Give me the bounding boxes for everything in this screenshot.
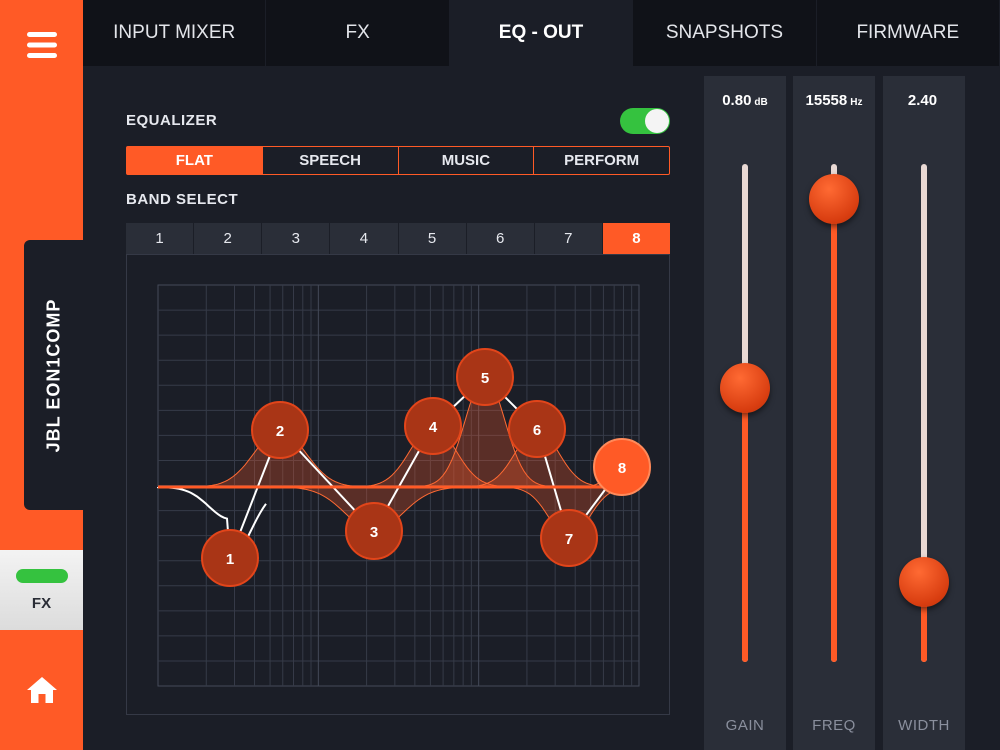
tab-snapshots[interactable]: SNAPSHOTS — [633, 0, 817, 66]
top-tab-bar: INPUT MIXER FX EQ - OUT SNAPSHOTS FIRMWA… — [83, 0, 1000, 66]
sidebar: JBL EON1COMP FX — [0, 0, 83, 750]
fx-status-indicator — [15, 568, 68, 583]
gain-label: GAIN — [725, 717, 765, 734]
freq-slider: 15558 Hz FREQ — [793, 76, 875, 750]
band-5-button[interactable]: 5 — [399, 223, 467, 254]
svg-text:7: 7 — [565, 531, 573, 548]
freq-value: 15558 — [805, 92, 848, 109]
band-selector: 1 2 3 4 5 6 7 8 — [126, 223, 670, 254]
preset-flat-button[interactable]: FLAT — [127, 147, 263, 174]
eq-node-5[interactable]: 5 — [456, 348, 514, 406]
eq-response-graph[interactable]: 1 2 3 4 5 6 7 8 — [127, 255, 671, 716]
svg-text:1: 1 — [226, 551, 234, 568]
gain-slider: 0.80 dB GAIN — [704, 76, 786, 750]
width-slider-thumb[interactable] — [899, 557, 949, 608]
preset-music-button[interactable]: MUSIC — [399, 147, 535, 174]
preset-perform-button[interactable]: PERFORM — [534, 147, 669, 174]
tab-eq-out[interactable]: EQ - OUT — [449, 0, 634, 66]
gain-slider-fill — [742, 388, 748, 662]
tab-firmware[interactable]: FIRMWARE — [817, 0, 1000, 66]
tab-input-mixer[interactable]: INPUT MIXER — [83, 0, 267, 66]
eq-node-3[interactable]: 3 — [345, 502, 403, 560]
band-7-button[interactable]: 7 — [535, 223, 603, 254]
gain-value: 0.80 — [722, 92, 752, 109]
band-1-button[interactable]: 1 — [126, 223, 195, 254]
fx-shortcut-label: FX — [31, 594, 52, 612]
svg-text:4: 4 — [429, 419, 438, 436]
freq-slider-track[interactable] — [831, 164, 837, 662]
tab-fx[interactable]: FX — [266, 0, 450, 66]
app-root: JBL EON1COMP FX INPUT MIXER FX EQ - OUT … — [0, 0, 1000, 750]
eq-node-7[interactable]: 7 — [540, 509, 598, 567]
band-8-button[interactable]: 8 — [602, 223, 670, 254]
preset-speech-button[interactable]: SPEECH — [263, 147, 399, 174]
freq-label: FREQ — [812, 717, 856, 734]
band-6-button[interactable]: 6 — [467, 223, 535, 254]
equalizer-title: EQUALIZER — [126, 112, 218, 129]
width-value: 2.40 — [907, 92, 938, 109]
svg-text:5: 5 — [481, 370, 489, 387]
eq-graph-panel: 1 2 3 4 5 6 7 8 — [126, 254, 670, 715]
home-button[interactable] — [0, 655, 83, 725]
band-3-button[interactable]: 3 — [262, 223, 331, 254]
gain-value-readout: 0.80 dB — [704, 92, 786, 109]
eq-node-2[interactable]: 2 — [251, 401, 309, 459]
band-4-button[interactable]: 4 — [330, 223, 399, 254]
home-icon — [26, 677, 57, 703]
freq-slider-thumb[interactable] — [809, 173, 859, 224]
gain-unit: dB — [754, 97, 768, 108]
width-label: WIDTH — [898, 717, 950, 734]
band-select-title: BAND SELECT — [126, 191, 239, 208]
width-slider: 2.40 WIDTH — [883, 76, 965, 750]
device-name: JBL EON1COMP — [43, 298, 64, 452]
toggle-knob — [645, 109, 669, 133]
eq-node-8-selected[interactable]: 8 — [593, 438, 651, 496]
eq-node-6[interactable]: 6 — [508, 400, 566, 458]
band-2-button[interactable]: 2 — [194, 223, 263, 254]
freq-slider-fill — [831, 198, 837, 662]
hamburger-menu-icon — [26, 32, 57, 58]
eq-node-1[interactable]: 1 — [201, 529, 259, 587]
gain-slider-thumb[interactable] — [720, 363, 770, 414]
fx-shortcut-button[interactable]: FX — [0, 550, 83, 630]
preset-selector: FLAT SPEECH MUSIC PERFORM — [126, 146, 670, 175]
freq-unit: Hz — [850, 97, 863, 108]
device-tab[interactable]: JBL EON1COMP — [24, 240, 83, 510]
svg-text:6: 6 — [533, 422, 541, 439]
width-value-readout: 2.40 — [883, 92, 965, 109]
eq-node-4[interactable]: 4 — [404, 397, 462, 455]
svg-text:3: 3 — [370, 524, 378, 541]
equalizer-enable-toggle[interactable] — [620, 108, 670, 134]
freq-value-readout: 15558 Hz — [793, 92, 875, 109]
svg-text:2: 2 — [276, 423, 284, 440]
menu-button[interactable] — [0, 0, 83, 90]
svg-text:8: 8 — [618, 460, 626, 477]
